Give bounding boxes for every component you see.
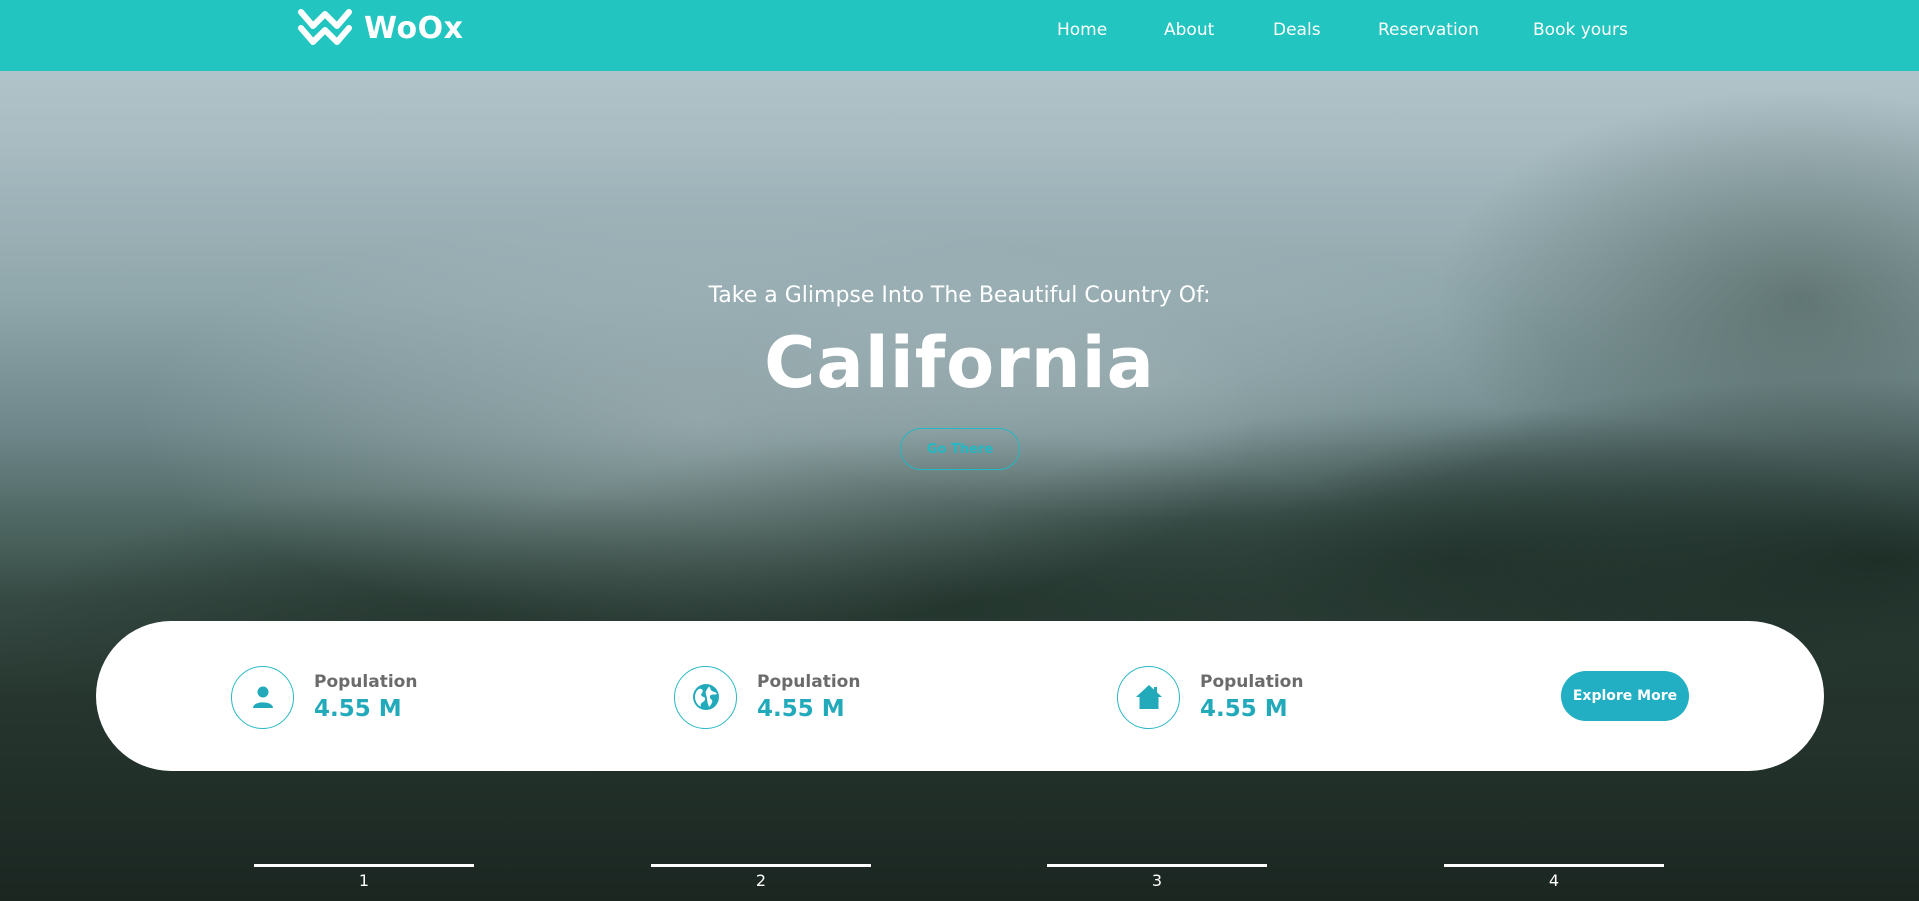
indicator-bar [1047, 864, 1267, 867]
site-header: WoOx Home About Deals Reservation Book y… [0, 0, 1919, 71]
stat-label: Population [1200, 672, 1304, 692]
indicator-bar [651, 864, 871, 867]
stat-label: Population [314, 672, 418, 692]
hero-title: California [764, 322, 1155, 404]
slide-indicator-2[interactable]: 2 [651, 864, 871, 894]
indicator-bar [1444, 864, 1664, 867]
user-icon [231, 665, 294, 729]
hero-subtitle: Take a Glimpse Into The Beautiful Countr… [708, 283, 1211, 308]
nav-deals[interactable]: Deals [1273, 20, 1321, 40]
stat-item: Population 4.55 M [1117, 665, 1303, 729]
globe-icon [674, 665, 737, 729]
nav-book-yours[interactable]: Book yours [1533, 20, 1628, 40]
explore-more-button[interactable]: Explore More [1561, 671, 1689, 721]
stat-value: 4.55 M [1200, 696, 1288, 722]
stat-value: 4.55 M [314, 696, 402, 722]
stat-item: Population 4.55 M [674, 665, 860, 729]
go-there-button[interactable]: Go There [900, 428, 1020, 470]
indicator-bar [254, 864, 474, 867]
site-logo[interactable]: WoOx [298, 8, 464, 48]
slide-indicator-1[interactable]: 1 [254, 864, 474, 894]
home-icon [1117, 665, 1180, 729]
slide-indicator-4[interactable]: 4 [1444, 864, 1664, 894]
brand-name: WoOx [364, 10, 464, 46]
indicator-number: 3 [1151, 871, 1163, 890]
slide-indicator-3[interactable]: 3 [1047, 864, 1267, 894]
nav-reservation[interactable]: Reservation [1378, 20, 1479, 40]
logo-w-icon [298, 9, 352, 45]
stat-value: 4.55 M [757, 696, 845, 722]
nav-about[interactable]: About [1164, 20, 1214, 40]
stat-item: Population 4.55 M [231, 665, 417, 729]
nav-home[interactable]: Home [1057, 20, 1107, 40]
indicator-number: 1 [358, 871, 370, 890]
indicator-number: 4 [1548, 871, 1560, 890]
stat-label: Population [757, 672, 861, 692]
page: WoOx Home About Deals Reservation Book y… [0, 0, 1919, 901]
stats-card: Population 4.55 M Population 4.55 M Popu… [96, 621, 1824, 771]
indicator-number: 2 [755, 871, 767, 890]
